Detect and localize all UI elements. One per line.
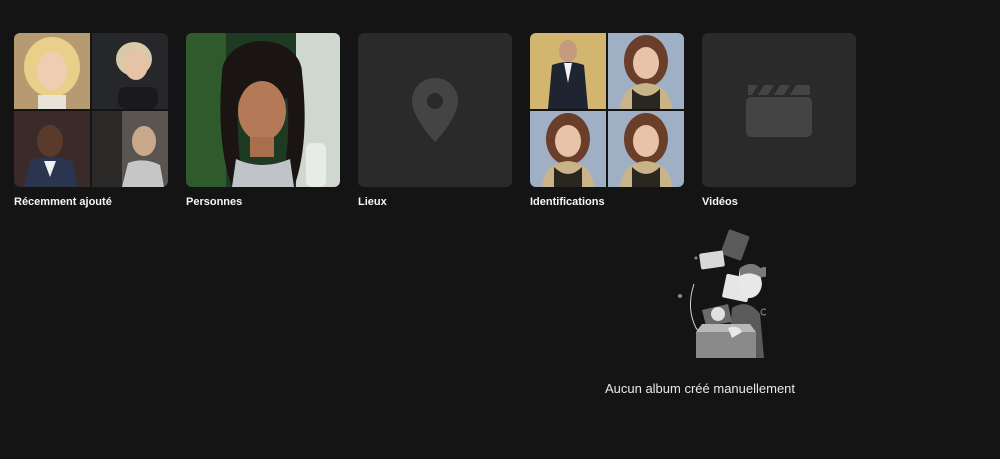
map-pin-icon: [412, 78, 458, 142]
album-identifications[interactable]: Identifications: [530, 33, 684, 208]
album-thumbnail: [530, 33, 684, 187]
album-label: Personnes: [186, 196, 243, 208]
empty-state: Aucun album créé manuellement: [598, 228, 802, 396]
clapperboard-icon: [746, 85, 812, 137]
album-label: Lieux: [358, 196, 387, 208]
album-thumbnail: [358, 33, 512, 187]
photo-thumbnail: [14, 33, 90, 109]
photo-thumbnail: [92, 33, 168, 109]
album-thumbnail: [14, 33, 168, 187]
photo-thumbnail: [14, 111, 90, 187]
person-opening-box-illustration: [678, 229, 766, 358]
album-thumbnail: [186, 33, 340, 187]
photo-thumbnail: [186, 33, 340, 187]
photo-thumbnail: [608, 111, 684, 187]
album-recently-added[interactable]: Récemment ajouté: [14, 33, 168, 208]
album-row: Récemment ajouté Personnes Lieux Identif…: [14, 33, 856, 208]
photo-thumbnail: [92, 111, 168, 187]
photo-thumbnail: [530, 33, 606, 109]
album-label: Vidéos: [702, 196, 738, 208]
album-places[interactable]: Lieux: [358, 33, 512, 208]
photo-thumbnail: [530, 111, 606, 187]
album-thumbnail: [702, 33, 856, 187]
album-label: Identifications: [530, 196, 605, 208]
photo-thumbnail: [608, 33, 684, 109]
album-people[interactable]: Personnes: [186, 33, 340, 208]
empty-state-message: Aucun album créé manuellement: [604, 381, 796, 396]
album-label: Récemment ajouté: [14, 196, 112, 208]
album-videos[interactable]: Vidéos: [702, 33, 856, 208]
